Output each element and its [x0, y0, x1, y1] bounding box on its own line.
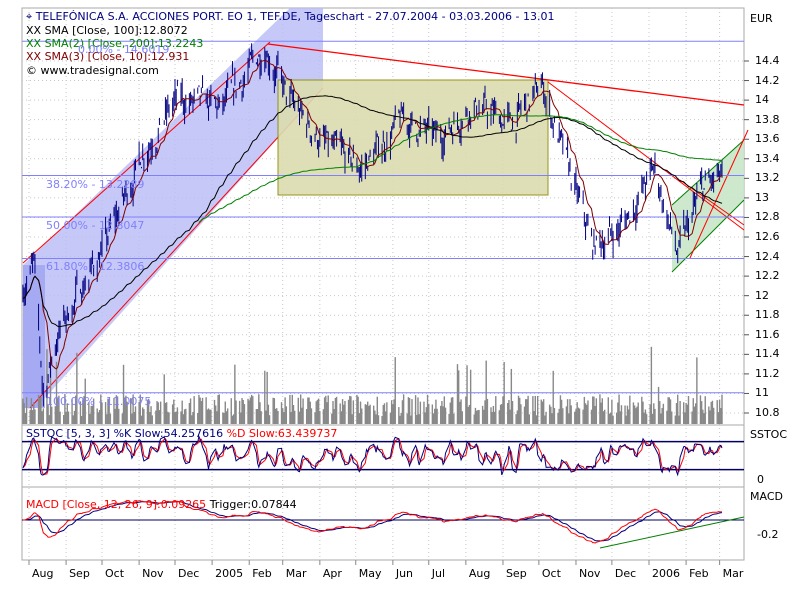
macd-axis-tick: -0.2: [757, 528, 779, 541]
price-axis-unit: EUR: [750, 12, 773, 25]
sstoc-axis-label: SSTOC: [750, 428, 788, 441]
x-tick-label: Feb: [689, 567, 709, 580]
y-tick-label: 13.4: [755, 151, 780, 165]
y-tick-label: 11.2: [755, 366, 780, 380]
x-tick-label: Aug: [468, 567, 491, 580]
x-tick-label: Oct: [104, 567, 125, 580]
x-tick-label: Sep: [69, 567, 90, 580]
y-tick-label: 13.6: [755, 132, 780, 146]
x-tick-label: Nov: [142, 567, 164, 580]
x-tick-label: May: [358, 567, 382, 580]
fib-level-label: 50.00% - 12.8047: [46, 218, 145, 232]
x-tick-label: Sep: [505, 567, 527, 580]
x-tick-label: Dec: [178, 567, 200, 580]
x-tick-label: Nov: [578, 567, 601, 580]
y-tick-label: 12.2: [755, 269, 780, 283]
y-tick-label: 12.6: [755, 230, 780, 243]
y-tick-label: 11.8: [755, 308, 780, 322]
y-tick-label: 11.6: [755, 327, 780, 341]
fib-level-label: 0.00% - 14.6019: [78, 43, 170, 57]
legend-sstoc: SSTOC [5, 3, 3] %K Slow:54.257616 %D Slo…: [26, 427, 338, 440]
y-tick-label: 11: [755, 386, 769, 400]
y-tick-label: 12.4: [755, 249, 780, 263]
x-tick-label: Feb: [252, 567, 272, 580]
sstoc-axis-tick: 0: [757, 473, 764, 486]
y-tick-label: 10.8: [755, 406, 780, 419]
macd-axis-label: MACD: [750, 490, 783, 503]
x-tick-label: Jul: [431, 567, 446, 580]
y-tick-label: 14: [755, 93, 769, 107]
y-tick-label: 12.8: [755, 210, 780, 224]
copyright: © www.tradesignal.com: [26, 64, 159, 77]
y-tick-label: 12: [755, 288, 769, 302]
x-tick-label: Mar: [722, 567, 744, 580]
x-tick-label: Jun: [395, 567, 414, 580]
fib-level-label: 38.20% - 13.2289: [46, 177, 145, 191]
consolidation-rectangle: [277, 79, 549, 196]
x-tick-label: 2005: [215, 567, 244, 580]
y-tick-label: 13.8: [755, 112, 780, 126]
x-tick-label: Mar: [285, 567, 307, 580]
x-tick-label: Dec: [614, 567, 637, 580]
y-tick-label: 11.4: [755, 347, 780, 361]
y-tick-label: 13: [755, 190, 769, 204]
x-tick-label: Oct: [541, 567, 561, 580]
x-tick-label: 2006: [651, 567, 680, 580]
y-tick-label: 13.2: [755, 171, 780, 185]
instrument-icon: ⌖: [26, 10, 36, 23]
fib-level-label: 61.80% - 12.3806: [46, 260, 145, 274]
y-tick-label: 14.2: [755, 73, 780, 87]
legend-sma1: XX SMA [Close, 100]:12.8072: [26, 24, 188, 37]
fib-level-label: 100.00% - 11.0075: [46, 394, 152, 408]
chart-title: ⌖ TELEFÓNICA S.A. ACCIONES PORT. EO 1, T…: [26, 10, 555, 23]
y-tick-label: 14.4: [755, 54, 780, 67]
x-tick-label: Aug: [31, 567, 54, 580]
x-tick-label: Apr: [322, 567, 342, 580]
legend-macd: MACD [Close, 12, 26, 9]:0.09265 Trigger:…: [26, 498, 297, 511]
